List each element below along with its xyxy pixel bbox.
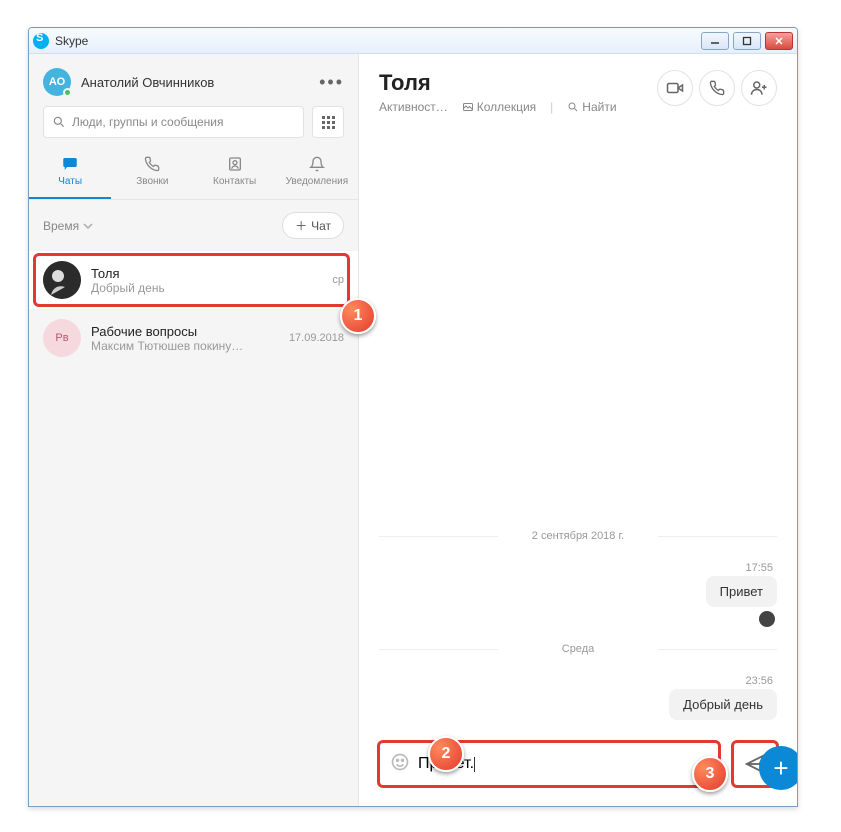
- chat-preview: Добрый день: [91, 281, 271, 295]
- close-button[interactable]: [765, 32, 793, 50]
- chat-time: 17.09.2018: [289, 332, 344, 344]
- dialpad-icon: [322, 116, 335, 129]
- tab-notifications[interactable]: Уведомления: [276, 148, 358, 199]
- plus-icon: +: [773, 753, 788, 784]
- message-time: 23:56: [379, 675, 773, 687]
- chat-list: Толя Добрый день ср Рв Рабочие вопросы М…: [29, 251, 358, 806]
- more-icon[interactable]: •••: [319, 72, 344, 93]
- search-icon: [52, 115, 66, 129]
- avatar: Рв: [43, 319, 81, 357]
- phone-icon: [111, 154, 193, 174]
- maximize-button[interactable]: [733, 32, 761, 50]
- tab-calls[interactable]: Звонки: [111, 148, 193, 199]
- dialpad-button[interactable]: [312, 106, 344, 138]
- contacts-icon: [194, 154, 276, 174]
- annotation-callout: 1: [340, 298, 376, 334]
- video-icon: [666, 79, 684, 97]
- chat-list-item[interactable]: Толя Добрый день ср: [29, 251, 358, 309]
- annotation-callout: 2: [428, 736, 464, 772]
- skype-icon: [33, 33, 49, 49]
- minimize-button[interactable]: [701, 32, 729, 50]
- add-attachment-fab[interactable]: +: [759, 746, 798, 790]
- add-participant-button[interactable]: [741, 70, 777, 106]
- add-user-icon: [750, 79, 768, 97]
- sort-dropdown[interactable]: Время: [43, 219, 93, 233]
- emoji-icon[interactable]: [390, 752, 410, 777]
- chat-time: ср: [332, 274, 344, 286]
- subtab-find[interactable]: Найти: [567, 100, 616, 114]
- search-input[interactable]: Люди, группы и сообщения: [43, 106, 304, 138]
- nav-tabs: Чаты Звонки Контакты Уведомления: [29, 148, 358, 200]
- subtab-activity[interactable]: Активност…: [379, 100, 448, 114]
- search-icon: [567, 101, 579, 113]
- profile-row[interactable]: АО Анатолий Овчинников •••: [29, 54, 358, 106]
- conversation-panel: Толя Активност… Коллекция | Найти 2 сент…: [359, 54, 797, 806]
- new-chat-button[interactable]: ＋Чат: [282, 212, 344, 239]
- avatar: [43, 261, 81, 299]
- annotation-callout: 3: [692, 756, 728, 792]
- avatar: АО: [43, 68, 71, 96]
- presence-icon: [63, 88, 72, 97]
- profile-name: Анатолий Овчинников: [81, 75, 319, 90]
- message-time: 17:55: [379, 562, 773, 574]
- plus-icon: ＋: [295, 217, 307, 234]
- tab-contacts[interactable]: Контакты: [194, 148, 276, 199]
- gallery-icon: [462, 101, 474, 113]
- message-avatar: [759, 611, 775, 627]
- message-area: 2 сентября 2018 г. 17:55 Привет Среда 23…: [359, 126, 797, 730]
- contact-name: Толя: [379, 70, 657, 96]
- chat-preview: Максим Тютюшев покину…: [91, 339, 271, 353]
- date-separator: 2 сентября 2018 г.: [379, 530, 777, 542]
- date-separator: Среда: [379, 643, 777, 655]
- subtab-collection[interactable]: Коллекция: [462, 100, 536, 114]
- window-title: Skype: [55, 34, 701, 48]
- chat-icon: [29, 154, 111, 174]
- sidebar: АО Анатолий Овчинников ••• Люди, группы …: [29, 54, 359, 806]
- message-bubble[interactable]: Добрый день: [669, 689, 777, 720]
- conversation-header: Толя Активност… Коллекция | Найти: [359, 54, 797, 126]
- titlebar: Skype: [29, 28, 797, 54]
- tab-chats[interactable]: Чаты: [29, 148, 111, 199]
- chat-name: Толя: [91, 266, 332, 281]
- message-bubble[interactable]: Привет: [706, 576, 777, 607]
- chat-list-item[interactable]: Рв Рабочие вопросы Максим Тютюшев покину…: [29, 309, 358, 367]
- chevron-down-icon: [83, 221, 93, 231]
- audio-call-button[interactable]: [699, 70, 735, 106]
- bell-icon: [276, 154, 358, 174]
- phone-icon: [709, 80, 725, 96]
- window-frame: Skype АО Анатолий Овчинников ••• Люди, г…: [28, 27, 798, 807]
- chat-name: Рабочие вопросы: [91, 324, 289, 339]
- video-call-button[interactable]: [657, 70, 693, 106]
